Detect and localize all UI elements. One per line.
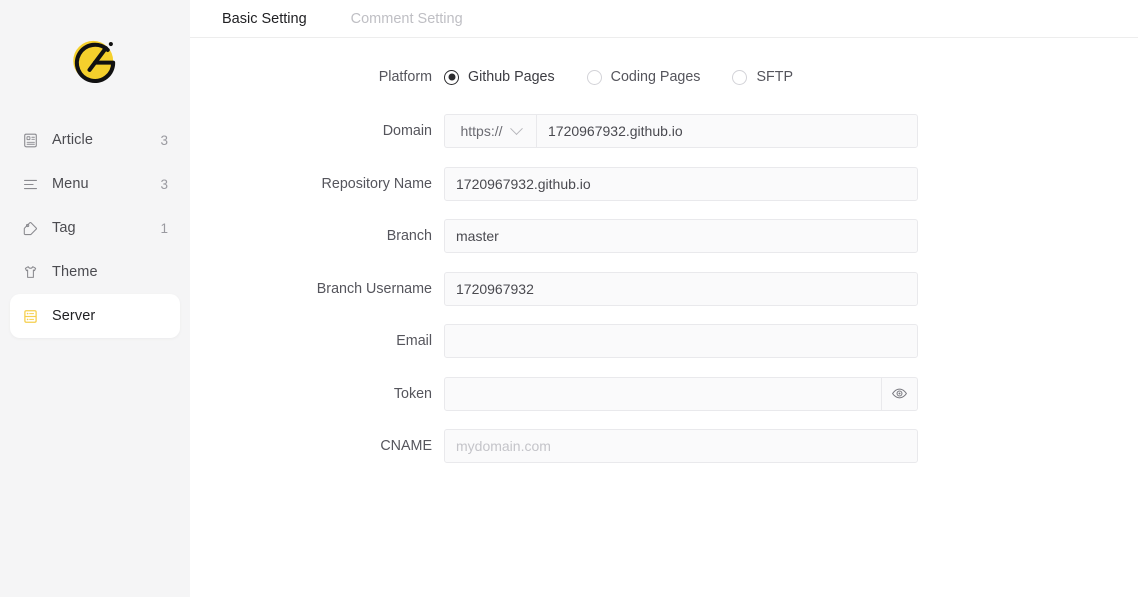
cname-label: CNAME <box>380 438 432 454</box>
main-content: Basic Setting Comment Setting Platform G… <box>190 0 1138 597</box>
sidebar-nav: Article 3 Menu 3 Tag 1 Theme Server <box>0 118 190 338</box>
repository-name-input[interactable] <box>444 166 918 201</box>
server-icon <box>22 308 39 325</box>
chevron-down-icon <box>509 121 523 135</box>
radio-label: Coding Pages <box>610 69 701 85</box>
cname-input[interactable] <box>444 429 918 463</box>
repository-name-field <box>444 166 918 201</box>
form-row-branch: Branch <box>190 219 1138 253</box>
token-label: Token <box>393 385 432 402</box>
gridea-logo-icon <box>73 40 116 84</box>
radio-coding-pages[interactable]: Coding Pages <box>586 69 701 85</box>
sidebar-item-menu[interactable]: Menu 3 <box>10 162 180 206</box>
sidebar-item-server[interactable]: Server <box>10 294 180 338</box>
branch-label: Branch <box>386 228 432 244</box>
email-label: Email <box>396 333 432 349</box>
sidebar-item-label: Menu <box>52 176 89 192</box>
app-window: Article 3 Menu 3 Tag 1 Theme Server Basi… <box>0 0 1138 597</box>
protocol-value: https:// <box>460 123 503 139</box>
token-input[interactable] <box>444 376 882 411</box>
eye-icon[interactable] <box>882 376 918 411</box>
sidebar-item-label: Server <box>52 308 96 324</box>
logo-container <box>0 0 190 118</box>
branch-username-field <box>444 271 918 306</box>
sidebar-item-tag[interactable]: Tag 1 <box>10 206 180 250</box>
platform-radio-group: Github Pages Coding Pages SFTP <box>444 69 793 85</box>
branch-username-input[interactable] <box>444 271 918 306</box>
tab-label: Basic Setting <box>222 11 307 27</box>
sidebar-item-count: 3 <box>160 132 168 148</box>
tab-bar: Basic Setting Comment Setting <box>190 0 1138 38</box>
server-settings-form: Platform Github Pages Coding Pages SFTP … <box>190 38 1138 463</box>
domain-input[interactable] <box>536 114 918 148</box>
sidebar-item-label: Theme <box>52 264 98 280</box>
email-input[interactable] <box>444 324 918 358</box>
repository-name-label: Repository Name <box>321 175 432 192</box>
sidebar-item-label: Article <box>52 132 93 148</box>
email-field-wrap <box>444 324 918 358</box>
branch-username-label: Branch Username <box>316 280 432 297</box>
form-row-branch-username: Branch Username <box>190 271 1138 306</box>
tag-icon <box>22 220 39 237</box>
radio-dot-icon <box>586 69 602 85</box>
radio-sftp[interactable]: SFTP <box>732 69 793 85</box>
sidebar-item-count: 3 <box>160 176 168 192</box>
sidebar-item-count: 1 <box>160 220 168 236</box>
menu-icon <box>22 176 39 193</box>
cname-field <box>444 429 918 463</box>
domain-label: Domain <box>382 123 432 139</box>
protocol-select[interactable]: https:// <box>444 114 536 148</box>
sidebar-item-label: Tag <box>52 220 76 236</box>
form-row-domain: Domain https:// <box>190 114 1138 148</box>
radio-dot-icon <box>732 69 748 85</box>
branch-field <box>444 219 918 253</box>
radio-label: Github Pages <box>468 69 555 85</box>
form-row-token: Token <box>190 376 1138 411</box>
domain-field: https:// <box>444 114 918 148</box>
token-field <box>444 376 918 411</box>
theme-icon <box>22 264 39 281</box>
tab-basic-setting[interactable]: Basic Setting <box>222 9 307 37</box>
form-row-email: Email <box>190 324 1138 358</box>
tab-label: Comment Setting <box>350 11 463 27</box>
radio-label: SFTP <box>756 69 794 85</box>
form-row-cname: CNAME <box>190 429 1138 463</box>
form-row-platform: Platform Github Pages Coding Pages SFTP <box>190 60 1138 94</box>
radio-github-pages[interactable]: Github Pages <box>444 69 555 85</box>
sidebar: Article 3 Menu 3 Tag 1 Theme Server <box>0 0 190 597</box>
branch-input[interactable] <box>444 219 918 253</box>
sidebar-item-article[interactable]: Article 3 <box>10 118 180 162</box>
platform-label: Platform <box>378 69 432 85</box>
radio-dot-icon <box>444 69 459 85</box>
form-row-repository-name: Repository Name <box>190 166 1138 201</box>
sidebar-item-theme[interactable]: Theme <box>10 250 180 294</box>
tab-comment-setting[interactable]: Comment Setting <box>351 9 463 37</box>
article-icon <box>22 132 39 149</box>
